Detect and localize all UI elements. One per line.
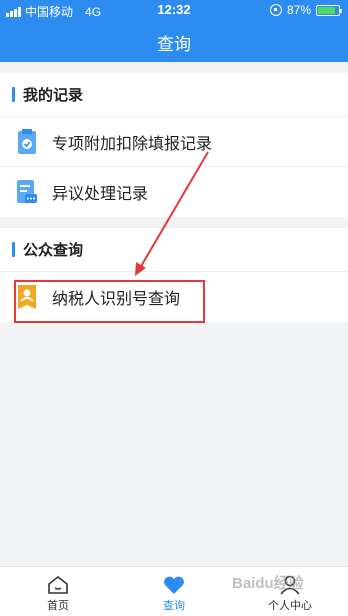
tab-query[interactable]: 查询 xyxy=(116,567,232,616)
tab-label: 个人中心 xyxy=(268,600,312,612)
home-icon xyxy=(48,575,68,594)
tab-label: 查询 xyxy=(163,600,185,612)
tab-label: 首页 xyxy=(47,600,69,612)
watermark: Baidu经验 xyxy=(232,575,304,592)
annotation-highlight-box xyxy=(14,280,205,323)
tab-home[interactable]: 首页 xyxy=(0,567,116,616)
heart-icon xyxy=(164,576,184,594)
